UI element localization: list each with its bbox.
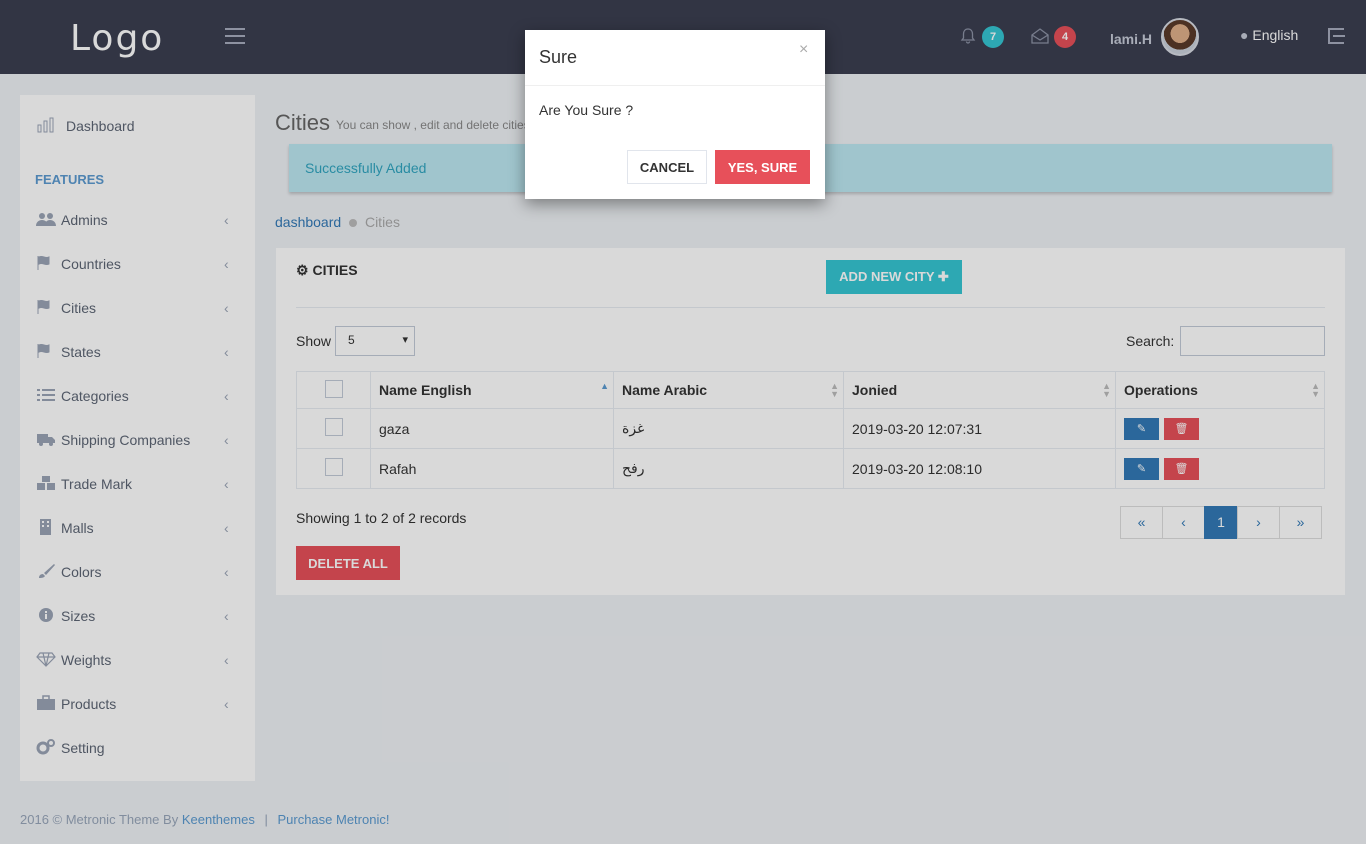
modal-body: Are You Sure ? <box>539 102 634 118</box>
modal-title: Sure <box>539 47 578 67</box>
modal-divider <box>525 85 825 86</box>
confirm-modal: Sure × Are You Sure ? CANCEL YES, SURE <box>525 30 825 199</box>
confirm-button[interactable]: YES, SURE <box>715 150 810 184</box>
close-icon[interactable]: × <box>799 41 808 59</box>
cancel-button[interactable]: CANCEL <box>627 150 707 184</box>
